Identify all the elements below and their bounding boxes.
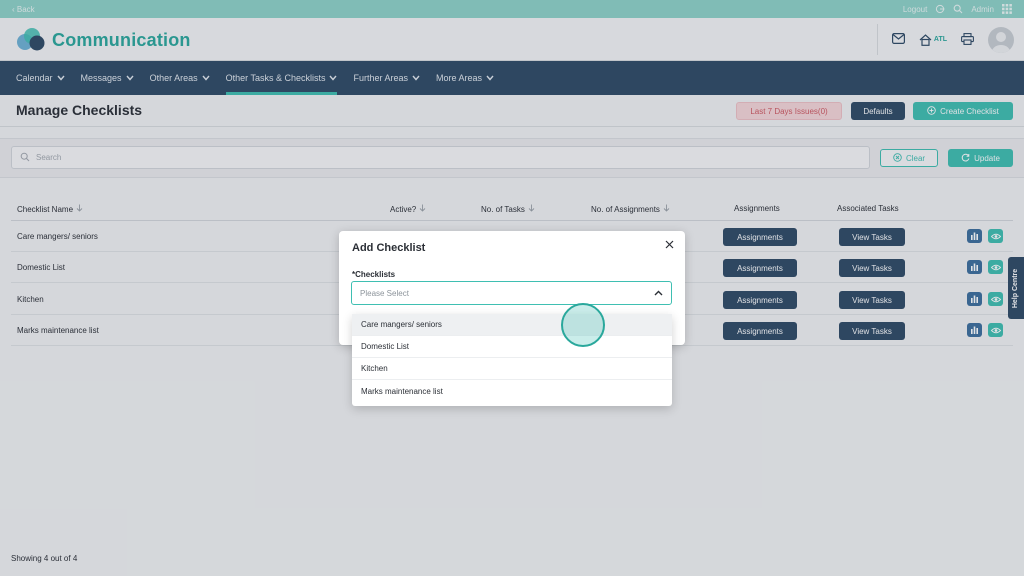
- dropdown-option[interactable]: Marks maintenance list: [352, 380, 672, 402]
- dropdown-option[interactable]: Care mangers/ seniors: [352, 314, 672, 336]
- select-placeholder: Please Select: [360, 288, 409, 298]
- checklists-field-label: *Checklists: [352, 270, 396, 279]
- dropdown-option[interactable]: Kitchen: [352, 358, 672, 380]
- checklists-dropdown: Care mangers/ seniors Domestic List Kitc…: [352, 314, 672, 406]
- click-indicator: [561, 303, 605, 347]
- dropdown-option[interactable]: Domestic List: [352, 336, 672, 358]
- checklists-select[interactable]: Please Select: [351, 281, 672, 305]
- modal-title: Add Checklist: [352, 242, 426, 254]
- close-icon[interactable]: [665, 238, 674, 252]
- chevron-up-icon: [654, 289, 663, 298]
